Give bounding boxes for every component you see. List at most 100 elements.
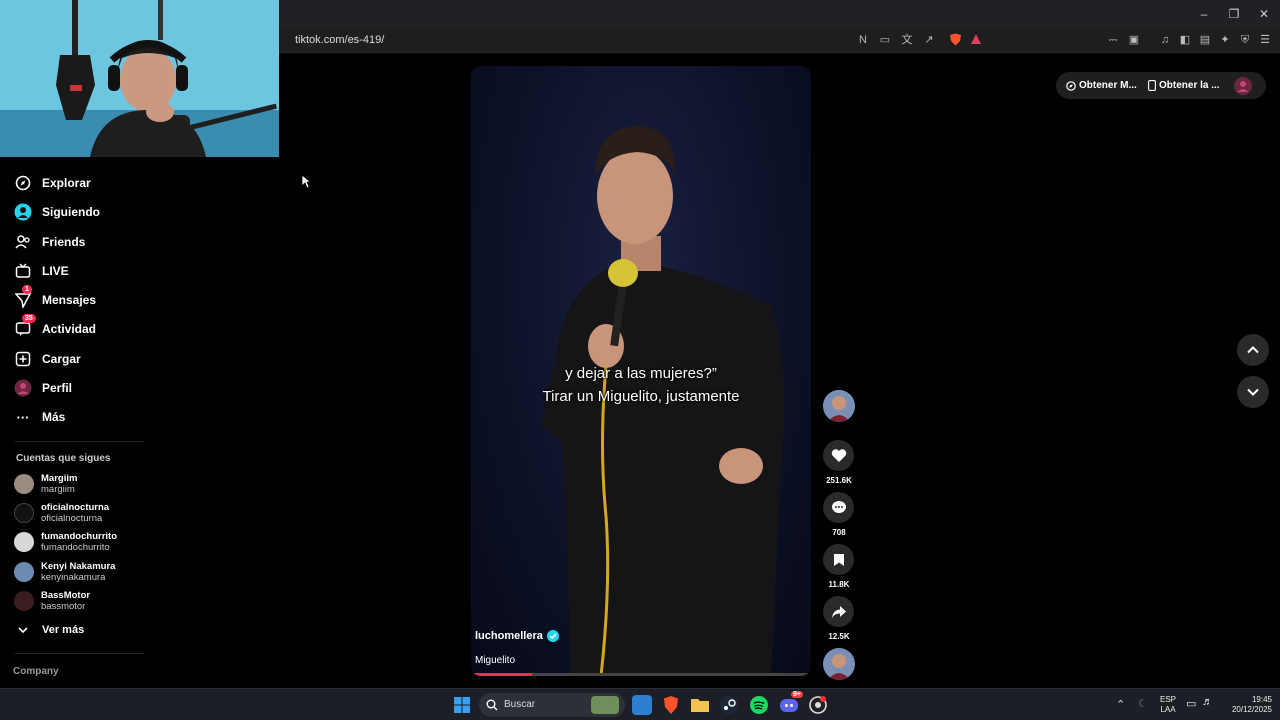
friends-icon (14, 233, 32, 251)
author-avatar[interactable] (823, 390, 855, 422)
leo-ai-icon[interactable]: ✦ (1218, 33, 1232, 47)
chevron-up-icon (1247, 346, 1259, 354)
avatar (14, 474, 34, 494)
sidebar-item-label: Actividad (42, 322, 97, 336)
discord-badge: 9+ (791, 691, 803, 698)
brave-rewards-icon[interactable] (969, 33, 983, 47)
restore-button[interactable]: ❐ (1226, 6, 1242, 22)
network-icon[interactable]: ▭ (1186, 697, 1196, 710)
windows-start-icon[interactable] (454, 697, 470, 713)
get-app-button[interactable]: Obtener M... (1066, 80, 1137, 91)
obs-icon[interactable] (808, 695, 828, 715)
wallet-icon[interactable]: ▤ (1198, 33, 1212, 47)
sidebar-divider (14, 441, 144, 442)
brave-shields-icon[interactable] (948, 33, 962, 47)
media-icon[interactable]: ♫ (1158, 33, 1172, 47)
sidebar-item-perfil[interactable]: Perfil (14, 377, 72, 399)
brave-browser-icon[interactable] (661, 695, 681, 715)
taskbar-search[interactable]: Buscar (479, 693, 625, 717)
microphone-icon[interactable]: ☾ (1138, 697, 1148, 710)
reader-mode-icon[interactable]: N (856, 33, 870, 47)
volume-icon[interactable]: ♬ (1202, 696, 1213, 708)
webcam-overlay (0, 0, 279, 157)
previous-video-button[interactable] (1237, 334, 1269, 366)
following-account[interactable]: oficialnocturna oficialnocturna (14, 500, 109, 526)
activity-icon: 35 (14, 314, 36, 338)
menu-icon[interactable]: ☰ (1258, 33, 1272, 47)
get-desktop-app-button[interactable]: Obtener la ... (1148, 80, 1220, 91)
mouse-cursor-icon (301, 174, 311, 189)
windows-taskbar: Buscar 9+ ⌃ ESP LAA ☾ ▭ ♬ 19:45 20/12/20… (0, 688, 1280, 720)
author-name[interactable]: luchomellera (475, 630, 543, 642)
sound-avatar[interactable] (823, 648, 855, 680)
file-explorer-icon[interactable] (690, 695, 710, 715)
minimize-button[interactable]: – (1196, 6, 1212, 22)
comment-button[interactable] (823, 492, 854, 523)
sidebar-item-explorar[interactable]: Explorar (14, 172, 91, 194)
share-arrow-icon (831, 605, 846, 618)
company-link[interactable]: Company (13, 666, 59, 677)
messages-icon: 1 (14, 285, 32, 309)
sidebar-item-friends[interactable]: Friends (14, 231, 85, 253)
sidebar-item-actividad[interactable]: 35 Actividad (14, 314, 97, 340)
save-count: 11.8K (828, 580, 850, 589)
heart-icon (831, 449, 846, 462)
more-icon: ··· (16, 409, 30, 425)
video-player[interactable]: y dejar a las mujeres?” Tirar un Migueli… (471, 66, 811, 676)
tray-overflow-icon[interactable]: ⌃ (1116, 698, 1125, 711)
extensions-icon[interactable]: ⎓ (1106, 33, 1120, 47)
avatar (1237, 81, 1249, 92)
video-caption: y dejar a las mujeres?” Tirar un Migueli… (471, 362, 811, 408)
discord-icon[interactable]: 9+ (779, 691, 803, 715)
sidebar-item-mas[interactable]: ··· Más (14, 406, 66, 428)
sidebar-item-label: Cargar (42, 352, 81, 366)
chevron-down-icon (14, 621, 32, 639)
following-account[interactable]: fumandochurrito fumandochurrito (14, 529, 117, 555)
live-icon (14, 262, 32, 280)
clock[interactable]: 19:45 20/12/2025 (1222, 695, 1272, 715)
sidebar-item-label: Siguiendo (42, 205, 100, 219)
sidebar-item-label: Friends (42, 235, 86, 249)
cast-icon[interactable]: ▭ (878, 33, 892, 47)
language-indicator[interactable]: ESP LAA (1156, 695, 1180, 715)
avatar (14, 591, 34, 611)
upload-icon (14, 350, 32, 368)
share-count: 12.5K (828, 632, 850, 641)
video-description[interactable]: Miguelito (475, 655, 515, 666)
screenshot-icon[interactable]: ▣ (1127, 33, 1141, 47)
avatar (14, 503, 34, 523)
spotify-icon[interactable] (749, 695, 769, 715)
following-icon (14, 203, 32, 221)
following-account[interactable]: BassMotor bassmotor (14, 588, 90, 614)
sidebar-item-label: Más (42, 410, 66, 424)
verified-icon (546, 630, 559, 642)
get-app-bar: Obtener M... Obtener la ... (1056, 72, 1266, 99)
next-video-button[interactable] (1237, 376, 1269, 408)
following-account[interactable]: Margiim margiim (14, 471, 77, 497)
compass-icon (1066, 80, 1076, 91)
sidebar-toggle-icon[interactable]: ◧ (1178, 33, 1192, 47)
sidebar-item-cargar[interactable]: Cargar (14, 348, 81, 370)
profile-avatar[interactable] (1234, 77, 1252, 95)
share-button[interactable] (823, 596, 854, 627)
video-progress-fill (471, 673, 533, 676)
steam-icon[interactable] (719, 695, 739, 715)
like-button[interactable] (823, 440, 854, 471)
translate-icon[interactable]: 文 (900, 33, 914, 47)
url-text[interactable]: tiktok.com/es-419/ (295, 34, 384, 46)
sidebar-item-live[interactable]: LIVE (14, 260, 69, 282)
vpn-icon[interactable]: ⛨ (1238, 33, 1252, 47)
see-more-button[interactable]: Ver más (14, 619, 84, 641)
close-window-button[interactable]: ✕ (1256, 6, 1272, 22)
sidebar-item-mensajes[interactable]: 1 Mensajes (14, 285, 96, 311)
video-progress-bar[interactable] (471, 673, 811, 676)
streamer-image (0, 0, 279, 157)
following-account[interactable]: Kenyi Nakamura kenyinakamura (14, 559, 115, 585)
video-author[interactable]: luchomellera (475, 630, 559, 642)
avatar (823, 648, 855, 680)
sidebar-item-siguiendo[interactable]: Siguiendo (14, 201, 100, 223)
bookmark-icon (833, 553, 844, 566)
app-photos-icon[interactable] (632, 695, 652, 715)
save-button[interactable] (823, 544, 854, 575)
share-icon[interactable]: ↗ (922, 33, 936, 47)
